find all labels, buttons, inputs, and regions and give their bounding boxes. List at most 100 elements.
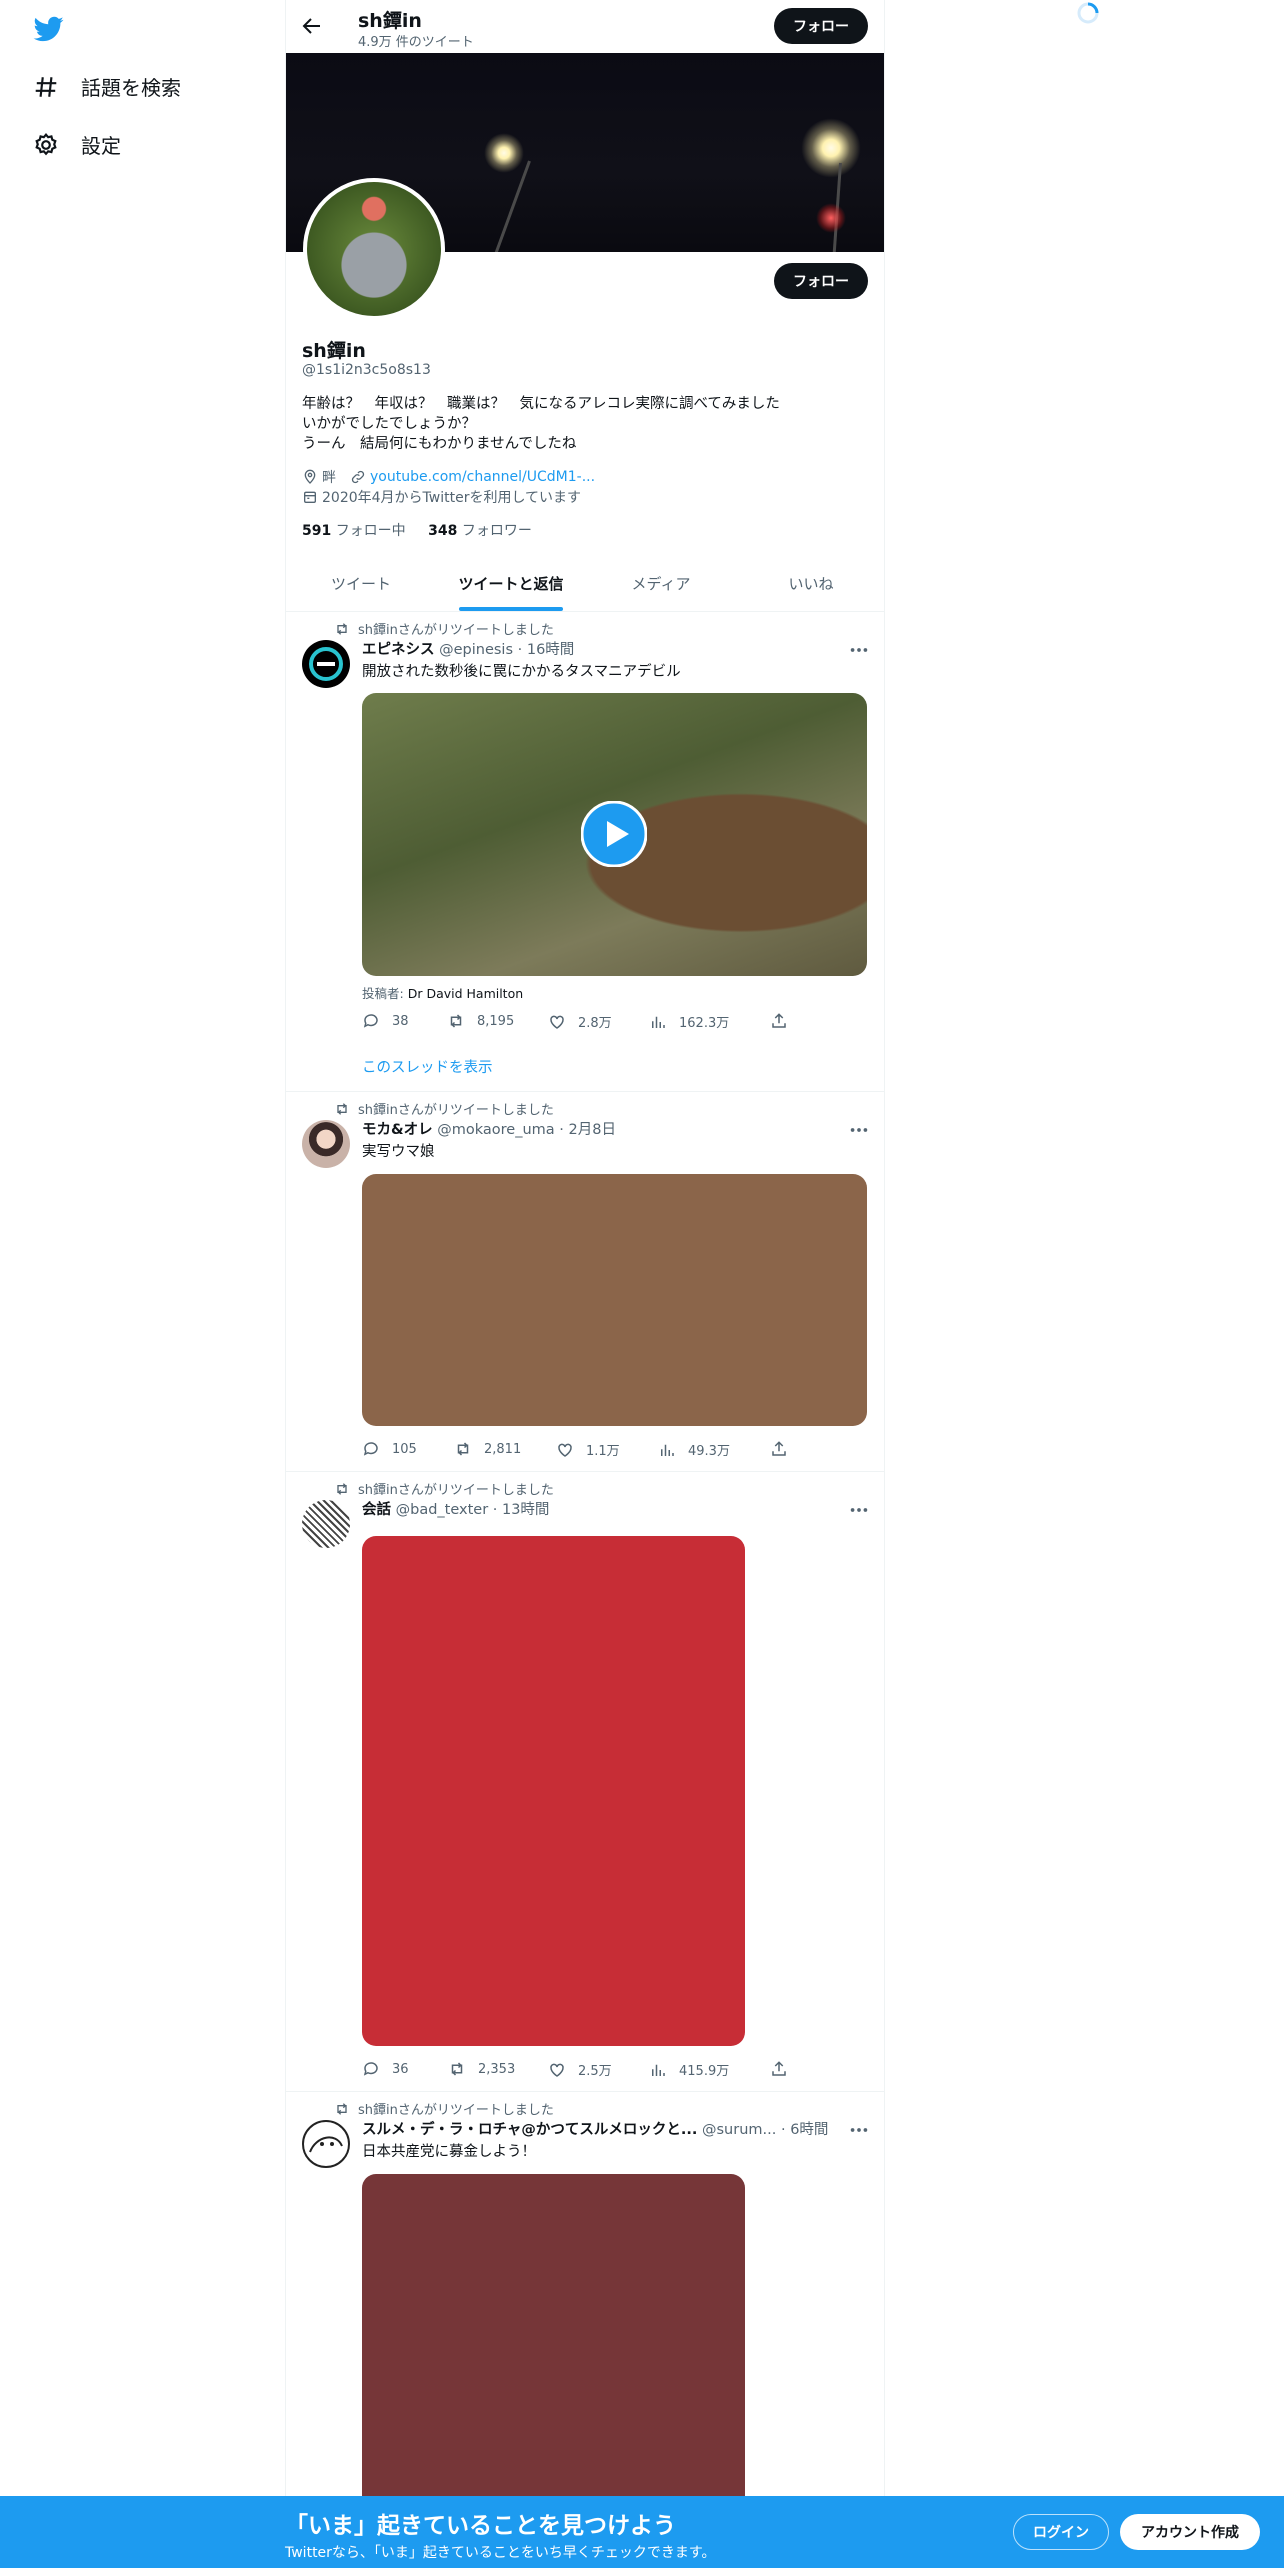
more-icon[interactable] <box>848 1119 870 1141</box>
following-link[interactable]: 591 フォロー中 <box>302 523 406 539</box>
retweet-icon <box>450 1014 462 1028</box>
retweet-action[interactable]: 2,811 <box>454 1440 521 1458</box>
tweet-text: 実写ウマ娘 <box>362 1144 435 1160</box>
tweet-time[interactable]: 6時間 <box>790 2122 828 2138</box>
share-icon <box>772 2061 786 2076</box>
like-action[interactable]: 2.5万 <box>548 2060 612 2079</box>
play-button-icon[interactable] <box>581 801 647 867</box>
street-lamp-pole <box>490 160 531 252</box>
heart-icon <box>558 1443 572 1457</box>
tweet[interactable]: sh鐔inさんがリツイートしました 会話 @bad_texter · 13時間 … <box>286 1472 884 2092</box>
profile-url-link[interactable]: youtube.com/channel/UCdM1-... <box>370 469 595 485</box>
profile-avatar[interactable] <box>303 178 445 320</box>
tweet-image[interactable] <box>362 1174 867 1426</box>
like-action[interactable]: 2.8万 <box>548 1012 612 1031</box>
tweet-author-handle: @bad_texter <box>395 1502 489 1518</box>
credit-name[interactable]: Dr David Hamilton <box>408 986 523 1001</box>
share-action[interactable] <box>770 1012 788 1030</box>
views-action[interactable]: 415.9万 <box>649 2060 729 2079</box>
tweet-time[interactable]: 16時間 <box>527 642 574 658</box>
views-count: 415.9万 <box>679 2064 730 2079</box>
more-icon[interactable] <box>848 2119 870 2141</box>
following-label: フォロー中 <box>335 523 406 539</box>
epinesis-logo-icon <box>309 647 343 681</box>
like-count: 2.5万 <box>578 2064 612 2079</box>
signup-button[interactable]: アカウント作成 <box>1120 2514 1260 2550</box>
link-icon <box>351 470 365 484</box>
header-tweet-count: 4.9万 件のツイート <box>358 35 474 50</box>
reply-count: 105 <box>392 1441 417 1457</box>
header-follow-button[interactable]: フォロー <box>774 8 868 44</box>
credit-label: 投稿者: <box>362 986 404 1001</box>
reply-action[interactable]: 105 <box>362 1440 417 1458</box>
tweet-header: 会話 @bad_texter · 13時間 <box>362 1502 550 1518</box>
profile-joined: 2020年4月からTwitterを利用しています <box>322 490 582 506</box>
tweet-avatar[interactable] <box>302 640 350 688</box>
tweet-author-handle: @epinesis <box>439 642 514 658</box>
reply-count: 38 <box>392 1013 409 1029</box>
main-column: sh鐔in 4.9万 件のツイート フォロー フォロー sh鐔in @1s1i2… <box>285 0 885 2568</box>
loading-spinner-icon <box>1077 2 1099 24</box>
reply-action[interactable]: 38 <box>362 1012 409 1030</box>
follow-counts: 591 フォロー中 348 フォロワー <box>302 520 532 540</box>
share-action[interactable] <box>770 1440 788 1458</box>
tweet-author-name[interactable]: モカ&オレ <box>362 1122 433 1138</box>
share-action[interactable] <box>770 2060 788 2078</box>
tweet-avatar[interactable] <box>302 2120 350 2168</box>
twitter-logo-icon[interactable] <box>32 14 66 44</box>
tweet-text: 日本共産党に募金しよう！ <box>362 2144 536 2160</box>
tab-media[interactable]: メディア <box>586 558 736 611</box>
tweet-author-name[interactable]: 会話 <box>362 1502 391 1518</box>
tweet-author-name[interactable]: スルメ・デ・ラ・ロチャ@かつてスルメロックと... <box>362 2122 697 2138</box>
profile-header: sh鐔in 4.9万 件のツイート フォロー <box>286 0 884 53</box>
signup-banner: 「いま」起きていることを見つけよう Twitterなら、「いま」起きていることを… <box>0 2496 1284 2568</box>
tweet-avatar[interactable] <box>302 1500 350 1548</box>
following-count: 591 <box>302 523 332 539</box>
views-chart-icon <box>661 1444 674 1456</box>
views-chart-icon <box>652 2064 665 2076</box>
nav-settings[interactable]: 設定 <box>33 130 121 159</box>
heart-icon <box>550 1015 564 1029</box>
show-thread-link[interactable]: このスレッドを表示 <box>362 1056 493 1077</box>
retweet-icon <box>337 1102 347 1115</box>
back-arrow-icon[interactable] <box>300 14 324 38</box>
like-count: 2.8万 <box>578 1016 612 1031</box>
tweet-actions: 105 2,811 1.1万 49.3万 <box>362 1440 792 1460</box>
tweet[interactable]: sh鐔inさんがリツイートしました モカ&オレ @mokaore_uma · 2… <box>286 1092 884 1472</box>
tweet-image[interactable] <box>362 1536 745 2046</box>
retweet-label: sh鐔inさんがリツイートしました <box>358 1103 554 1118</box>
tab-tweets-and-replies[interactable]: ツイートと返信 <box>436 558 586 611</box>
views-action[interactable]: 49.3万 <box>658 1440 730 1459</box>
tweet[interactable]: sh鐔inさんがリツイートしました エピネシス @epinesis · 16時間… <box>286 612 884 1092</box>
profile-tabs: ツイート ツイートと返信 メディア いいね <box>286 558 884 612</box>
profile-handle: @1s1i2n3c5o8s13 <box>302 362 431 378</box>
tweet-avatar[interactable] <box>302 1120 350 1168</box>
tweet-time[interactable]: 13時間 <box>502 1502 549 1518</box>
tab-tweets[interactable]: ツイート <box>286 558 436 611</box>
profile-follow-button[interactable]: フォロー <box>774 263 868 299</box>
like-action[interactable]: 1.1万 <box>556 1440 620 1459</box>
tab-likes[interactable]: いいね <box>736 558 884 611</box>
share-icon <box>772 1013 786 1028</box>
heart-icon <box>550 2063 564 2077</box>
tweet-time[interactable]: 2月8日 <box>569 1122 616 1138</box>
login-button[interactable]: ログイン <box>1013 2514 1109 2550</box>
header-name: sh鐔in <box>358 10 422 32</box>
gear-icon <box>35 132 57 155</box>
retweet-action[interactable]: 8,195 <box>447 1012 514 1030</box>
tweet-author-name[interactable]: エピネシス <box>362 642 435 658</box>
more-icon[interactable] <box>848 639 870 661</box>
views-action[interactable]: 162.3万 <box>649 1012 729 1031</box>
followers-link[interactable]: 348 フォロワー <box>428 523 532 539</box>
retweet-icon <box>457 1442 469 1456</box>
more-icon[interactable] <box>848 1499 870 1521</box>
retweet-action[interactable]: 2,353 <box>448 2060 515 2078</box>
tweet-author-handle: @surum... <box>702 2122 777 2138</box>
tweet-video[interactable] <box>362 693 867 976</box>
retweet-icon <box>337 2102 347 2115</box>
reply-action[interactable]: 36 <box>362 2060 409 2078</box>
retweet-indicator: sh鐔inさんがリツイートしました <box>334 1479 554 1498</box>
profile-location: 畔 <box>322 470 336 486</box>
nav-explore[interactable]: 話題を検索 <box>33 72 181 101</box>
views-count: 49.3万 <box>688 1444 730 1459</box>
